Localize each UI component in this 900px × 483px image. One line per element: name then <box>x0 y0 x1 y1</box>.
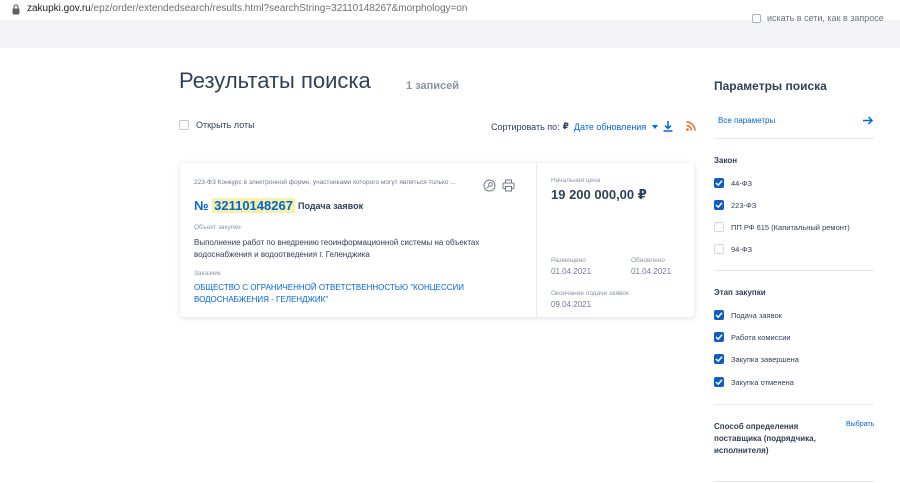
stage-checkbox-completed[interactable]: Закупка завершена <box>714 354 799 364</box>
sort-field-dropdown[interactable]: Дате обновления <box>574 122 646 132</box>
placed-date: 01.04.2021 <box>551 267 592 276</box>
checkbox-checked-icon[interactable] <box>714 354 724 364</box>
divider <box>714 138 874 139</box>
rss-icon[interactable] <box>686 121 696 131</box>
download-icon[interactable] <box>662 120 674 132</box>
law-label: 223-ФЗ <box>731 200 757 210</box>
law-checkbox-pp615[interactable]: ПП РФ 615 (Капитальный ремонт) <box>714 222 850 232</box>
stage-checkbox-commission[interactable]: Работа комиссии <box>714 332 791 342</box>
url-text[interactable]: zakupki.gov.ru/epz/order/extendedsearch/… <box>27 3 467 14</box>
sort-control: Сортировать по: ₽ Дате обновления <box>491 121 659 132</box>
ruble-icon[interactable]: ₽ <box>563 121 569 132</box>
price-label: Начальная цена <box>551 177 601 184</box>
checkbox-unchecked-icon[interactable] <box>714 244 724 254</box>
print-icon[interactable] <box>502 179 515 192</box>
law-label: ПП РФ 615 (Капитальный ремонт) <box>731 222 850 232</box>
law-checkbox-44fz[interactable]: 44-ФЗ <box>714 178 752 188</box>
divider <box>714 270 874 271</box>
divider <box>714 404 874 405</box>
method-section-title: Способ определения поставщика (подрядчик… <box>714 422 816 455</box>
deadline-date: 09.04.2021 <box>551 300 592 309</box>
law-checkbox-223fz[interactable]: 223-ФЗ <box>714 200 756 210</box>
divider <box>714 481 874 482</box>
procurement-number: 32110148267 <box>212 198 295 213</box>
initial-price: 19 200 000,00 ₽ <box>551 187 647 202</box>
network-search-option[interactable]: искать в сети, как в запросе <box>752 13 884 24</box>
object-label: Объект закупки <box>194 224 241 231</box>
customer-link[interactable]: ОБЩЕСТВО С ОГРАНИЧЕННОЙ ОТВЕТСТВЕННОСТЬЮ… <box>194 282 494 306</box>
checkbox-checked-icon[interactable] <box>714 200 724 210</box>
results-count: 1 записей <box>406 80 460 92</box>
checkbox-checked-icon[interactable] <box>714 377 724 387</box>
checkbox-checked-icon[interactable] <box>714 310 724 320</box>
open-lots-checkbox[interactable] <box>179 120 189 130</box>
method-choose-link[interactable]: Выбрать <box>846 421 874 428</box>
page-title: Результаты поиска <box>179 68 371 93</box>
stage-label: Закупка завершена <box>731 354 799 364</box>
updated-label: Обновлено <box>631 257 665 264</box>
view-icon[interactable] <box>483 179 496 192</box>
url-path: /epz/order/extendedsearch/results.html?s… <box>90 3 468 14</box>
url-host: zakupki.gov.ru <box>27 3 91 14</box>
checkbox-checked-icon[interactable] <box>714 178 724 188</box>
stage-label: Работа комиссии <box>731 332 791 342</box>
status-badge: Подача заявок <box>298 201 364 211</box>
network-search-label: искать в сети, как в запросе <box>767 13 884 23</box>
arrow-right-icon[interactable] <box>862 115 874 126</box>
open-lots-label: Открыть лоты <box>196 120 255 130</box>
stage-section-title: Этап закупки <box>714 288 766 297</box>
sort-label: Сортировать по: <box>491 121 560 132</box>
network-search-checkbox[interactable] <box>752 14 761 24</box>
checkbox-checked-icon[interactable] <box>714 332 724 342</box>
law-label: 44-ФЗ <box>731 178 753 188</box>
search-params-title: Параметры поиска <box>714 79 827 93</box>
object-description: Выполнение работ по внедрению геоинформа… <box>194 238 480 259</box>
procurement-type: 223-ФЗ Конкурс в электронной форме, учас… <box>194 179 456 186</box>
law-checkbox-94fz[interactable]: 94-ФЗ <box>714 244 752 254</box>
top-search-strip: искать в сети, как в запросе <box>0 13 900 48</box>
lock-icon <box>12 4 20 15</box>
law-label: 94-ФЗ <box>731 244 753 254</box>
updated-date: 01.04.2021 <box>631 267 672 276</box>
chevron-down-icon[interactable] <box>652 124 659 129</box>
all-params-link[interactable]: Все параметры <box>718 116 775 125</box>
card-divider <box>536 163 537 317</box>
procurement-number-link[interactable]: № 32110148267 <box>194 198 295 213</box>
stage-checkbox-submission[interactable]: Подача заявок <box>714 310 782 320</box>
customer-label: Заказчик <box>194 270 221 277</box>
open-lots-toggle[interactable]: Открыть лоты <box>179 120 255 130</box>
placed-label: Размещено <box>551 257 586 264</box>
number-sign: № <box>194 198 209 213</box>
stage-label: Закупка отменена <box>731 377 794 387</box>
stage-checkbox-cancelled[interactable]: Закупка отменена <box>714 377 794 387</box>
result-card: 223-ФЗ Конкурс в электронной форме, учас… <box>180 163 694 317</box>
checkbox-unchecked-icon[interactable] <box>714 222 724 232</box>
law-section-title: Закон <box>714 156 738 165</box>
deadline-label: Окончание подачи заявок <box>551 290 629 297</box>
stage-label: Подача заявок <box>731 310 782 320</box>
